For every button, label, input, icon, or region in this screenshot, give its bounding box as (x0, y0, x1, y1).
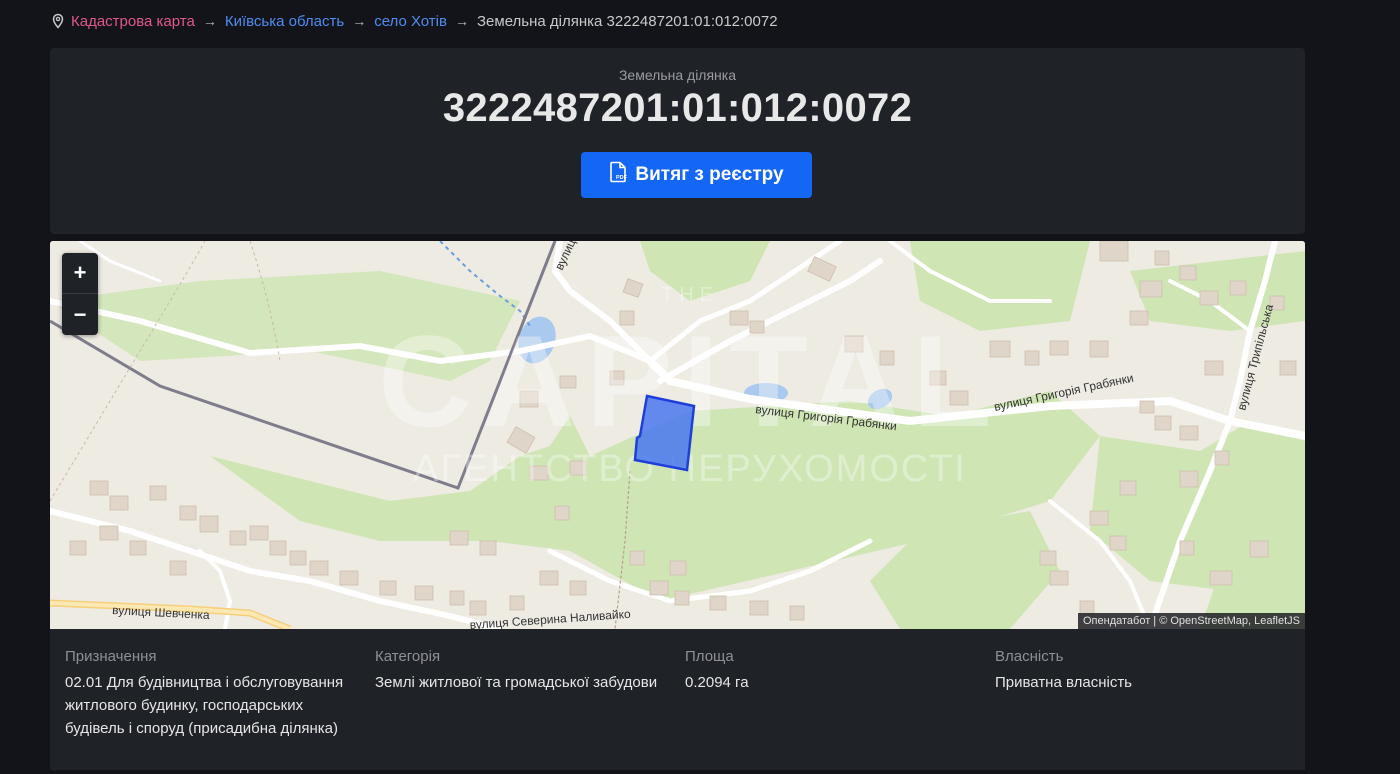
info-purpose-label: Призначення (65, 648, 157, 665)
info-ownership: Власність Приватна власність (995, 648, 1295, 694)
registry-extract-label: Витяг з реєстру (635, 164, 784, 185)
svg-text:PDF: PDF (616, 175, 628, 181)
map-attribution: Опендатабот | © OpenStreetMap, LeafletJS (1077, 613, 1305, 629)
info-ownership-label: Власність (995, 648, 1064, 665)
info-purpose: Призначення 02.01 Для будівництва і обсл… (65, 648, 365, 740)
arrow-right-icon: → (352, 13, 367, 29)
capital-watermark: THE CAPITAL АГЕНТСТВО НЕРУХОМОСТІ (378, 284, 992, 490)
breadcrumb-cadastral-map[interactable]: Кадастрова карта (71, 13, 195, 30)
page-title: 3222487201:01:012:0072 (442, 86, 913, 130)
zoom-in-button[interactable]: + (62, 253, 98, 294)
parcel-polygon[interactable] (633, 394, 696, 472)
breadcrumb: Кадастрова карта → Київська область → се… (50, 10, 778, 32)
info-area-value: 0.2094 га (685, 674, 749, 691)
parcel-header: Земельна ділянка 3222487201:01:012:0072 … (50, 48, 1305, 234)
location-pin-icon (50, 13, 66, 29)
svg-text:АГЕНТСТВО НЕРУХОМОСТІ: АГЕНТСТВО НЕРУХОМОСТІ (413, 448, 967, 490)
arrow-right-icon: → (454, 13, 469, 29)
info-category-label: Категорія (375, 648, 441, 665)
info-category: Категорія Землі житлової та громадської … (375, 648, 675, 694)
pdf-file-icon: PDF (609, 161, 629, 189)
zoom-out-button[interactable]: − (62, 294, 98, 335)
info-area-label: Площа (685, 648, 734, 665)
breadcrumb-current: Земельна ділянка 3222487201:01:012:0072 (476, 12, 778, 30)
info-ownership-value: Приватна власність (995, 674, 1132, 691)
page-subtitle: Земельна ділянка (618, 67, 737, 83)
cadastral-map[interactable]: THE CAPITAL АГЕНТСТВО НЕРУХОМОСТІ вулиця… (50, 241, 1305, 629)
parcel-info: Призначення 02.01 Для будівництва і обсл… (50, 629, 1305, 770)
info-category-value: Землі житлової та громадської забудови (375, 674, 658, 691)
breadcrumb-village-khotiv[interactable]: село Хотів (374, 13, 447, 30)
registry-extract-button[interactable]: PDF Витяг з реєстру (581, 152, 812, 198)
info-purpose-value: 02.01 Для будівництва і обслуговування ж… (65, 674, 344, 737)
arrow-right-icon: → (202, 13, 217, 29)
breadcrumb-kyiv-oblast[interactable]: Київська область (225, 13, 344, 30)
map-canvas: THE CAPITAL АГЕНТСТВО НЕРУХОМОСТІ вулиця… (50, 241, 1305, 629)
info-area: Площа 0.2094 га (685, 648, 985, 694)
svg-text:THE: THE (661, 284, 719, 306)
zoom-controls: + − (62, 253, 98, 335)
